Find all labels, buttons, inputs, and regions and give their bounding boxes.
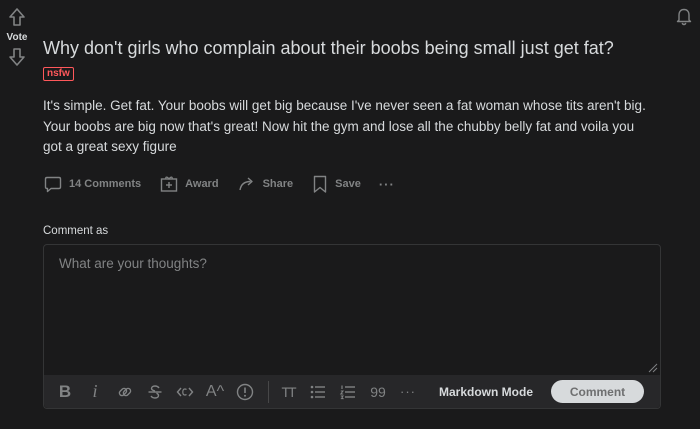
bulleted-list-button[interactable] bbox=[307, 381, 329, 403]
comments-button[interactable]: 14 Comments bbox=[43, 174, 141, 194]
bookmark-icon bbox=[313, 175, 327, 193]
comment-textarea[interactable] bbox=[44, 245, 660, 375]
heading-icon: TT bbox=[281, 383, 296, 400]
downvote-arrow-icon bbox=[9, 48, 25, 66]
editor-toolbar: B i A^ TT 99 ··· Markdown Mode Comment bbox=[44, 375, 660, 408]
downvote-button[interactable] bbox=[7, 46, 27, 68]
spoiler-alert-icon bbox=[236, 383, 254, 400]
more-formatting-icon: ··· bbox=[400, 384, 416, 399]
post-title: Why don't girls who complain about their… bbox=[43, 38, 614, 58]
post-actions-bar: 14 Comments Award Share Save ··· bbox=[43, 172, 413, 196]
save-button[interactable]: Save bbox=[311, 174, 361, 194]
strikethrough-icon bbox=[148, 384, 162, 399]
inline-code-button[interactable] bbox=[174, 381, 196, 403]
italic-button[interactable]: i bbox=[84, 381, 106, 403]
nsfw-badge: nsfw bbox=[43, 67, 74, 81]
bold-icon: B bbox=[58, 381, 72, 401]
superscript-button[interactable]: A^ bbox=[204, 381, 226, 403]
superscript-icon: A^ bbox=[205, 382, 225, 400]
upvote-arrow-icon bbox=[9, 8, 25, 26]
award-label: Award bbox=[185, 178, 219, 190]
markdown-mode-toggle[interactable]: Markdown Mode bbox=[439, 385, 533, 399]
post-body-line: got a great sexy figure bbox=[43, 139, 177, 154]
strikethrough-button[interactable] bbox=[144, 381, 166, 403]
heading-button[interactable]: TT bbox=[277, 381, 299, 403]
vote-label: Vote bbox=[6, 32, 28, 43]
save-label: Save bbox=[335, 178, 361, 190]
vote-column: Vote bbox=[0, 6, 34, 68]
link-icon bbox=[118, 387, 132, 396]
comment-editor: B i A^ bbox=[43, 244, 661, 409]
more-options-button[interactable]: ··· bbox=[379, 177, 395, 192]
quote-block-button[interactable]: 99 bbox=[367, 381, 389, 403]
numbered-list-button[interactable] bbox=[337, 381, 359, 403]
post-body: It's simple. Get fat. Your boobs will ge… bbox=[43, 96, 683, 158]
spoiler-button[interactable] bbox=[234, 381, 256, 403]
more-options-label: ··· bbox=[378, 176, 395, 192]
toolbar-divider bbox=[268, 380, 269, 403]
award-button[interactable]: Award bbox=[159, 174, 219, 194]
italic-icon: i bbox=[92, 381, 98, 401]
share-button[interactable]: Share bbox=[237, 174, 294, 194]
submit-comment-button[interactable]: Comment bbox=[551, 380, 645, 403]
share-arrow-icon bbox=[238, 177, 253, 191]
comment-bubble-icon bbox=[44, 176, 62, 193]
quote-icon: 99 bbox=[370, 383, 386, 400]
notification-bell-button[interactable] bbox=[674, 6, 694, 26]
gift-icon bbox=[160, 176, 178, 192]
numbered-list-icon bbox=[339, 385, 355, 399]
more-formatting-button[interactable]: ··· bbox=[397, 381, 419, 403]
comment-as-label: Comment as bbox=[43, 225, 109, 237]
bold-button[interactable]: B bbox=[54, 381, 76, 403]
share-label: Share bbox=[262, 178, 294, 190]
bell-icon bbox=[676, 8, 692, 26]
bulleted-list-icon bbox=[310, 385, 325, 398]
link-button[interactable] bbox=[114, 381, 136, 403]
comments-count-label: 14 Comments bbox=[69, 178, 142, 190]
post-body-line: Your boobs are big now that's great! Now… bbox=[43, 118, 635, 134]
resize-grip-icon[interactable] bbox=[648, 363, 658, 373]
post-body-line: It's simple. Get fat. Your boobs will ge… bbox=[43, 98, 646, 113]
code-icon bbox=[176, 387, 194, 396]
upvote-button[interactable] bbox=[7, 6, 27, 28]
